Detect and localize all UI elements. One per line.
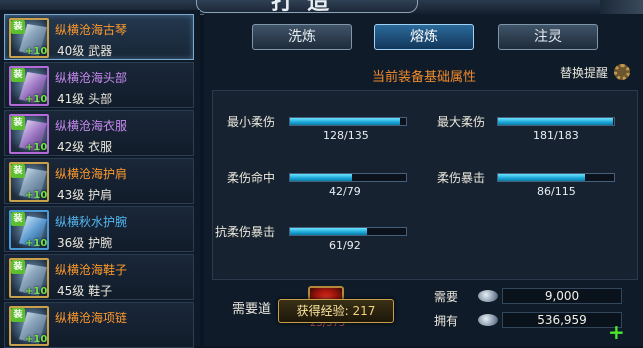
need-item-label: 需要道 <box>232 302 272 317</box>
stat-bar-fill <box>290 174 352 181</box>
equipment-level: 36级 护腕 <box>57 236 113 250</box>
section-header: 当前装备基础属性 替换提醒 <box>212 62 637 88</box>
equipment-icon: 装 +10 <box>9 66 49 106</box>
stat-bar-min-damage <box>289 117 407 126</box>
equipment-icon: 装 +10 <box>9 114 49 154</box>
exp-tooltip: 获得经验: 217 <box>278 299 394 323</box>
require-label: 需要 <box>434 290 459 304</box>
add-currency-button[interactable]: + <box>608 322 625 342</box>
equip-badge: 装 <box>11 20 25 34</box>
equipment-item[interactable]: 装 +10 纵横沧海项链 <box>4 302 194 348</box>
stat-bar-anti-crit <box>289 227 407 236</box>
stat-value-anti-crit: 61/92 <box>329 239 361 252</box>
stat-label-hit: 柔伤命中 <box>227 171 276 185</box>
require-value: 9,000 <box>502 288 622 304</box>
stat-value-crit: 86/115 <box>537 185 576 198</box>
equipment-level: 42级 衣服 <box>57 140 113 154</box>
equipment-icon: 装 +10 <box>9 18 49 58</box>
tab-smelt[interactable]: 熔炼 <box>374 24 474 50</box>
equipment-item[interactable]: 装 +10 纵横沧海衣服 42级 衣服 <box>4 110 194 156</box>
equip-badge: 装 <box>11 308 25 322</box>
stat-bar-hit <box>289 173 407 182</box>
equipment-level: 43级 护肩 <box>57 188 113 202</box>
equipment-name: 纵横沧海古琴 <box>55 23 128 37</box>
enhance-level: +10 <box>25 190 48 201</box>
tab-refine[interactable]: 洗炼 <box>252 24 352 50</box>
stat-label-max-damage: 最大柔伤 <box>437 115 486 129</box>
equipment-name: 纵横沧海鞋子 <box>55 263 128 277</box>
enhance-level: +10 <box>25 142 48 153</box>
equipment-icon: 装 +10 <box>9 210 49 250</box>
stat-bar-max-damage <box>497 117 615 126</box>
stat-bar-fill <box>290 118 400 125</box>
stat-bar-crit <box>497 173 615 182</box>
equipment-icon: 装 +10 <box>9 162 49 202</box>
equipment-icon: 装 +10 <box>9 258 49 298</box>
stat-bar-fill <box>498 174 585 181</box>
window-title-plate: 打造 <box>196 0 418 15</box>
equipment-level: 40级 武器 <box>57 44 113 58</box>
tab-infuse[interactable]: 注灵 <box>498 24 598 50</box>
equip-badge: 装 <box>11 212 25 226</box>
stat-bar-fill <box>498 118 613 125</box>
enhance-level: +10 <box>25 334 48 345</box>
enhance-level: +10 <box>25 238 48 249</box>
gear-icon[interactable] <box>614 64 630 80</box>
silver-coin-icon <box>478 290 498 302</box>
silver-coin-icon <box>478 314 498 326</box>
equipment-list: 装 +10 纵横沧海古琴 40级 武器装 +10 纵横沧海头部 41级 头部装 +10 纵横沧海… <box>0 10 200 348</box>
equipment-name: 纵横沧海衣服 <box>55 119 128 133</box>
equipment-name: 纵横沧海头部 <box>55 71 128 85</box>
stat-value-min-damage: 128/135 <box>323 129 369 142</box>
equipment-name: 纵横沧海护肩 <box>55 167 128 181</box>
equipment-name: 纵横沧海项链 <box>55 311 128 325</box>
replace-reminder-label[interactable]: 替换提醒 <box>560 64 608 81</box>
equipment-item[interactable]: 装 +10 纵横秋水护腕 36级 护腕 <box>4 206 194 252</box>
stat-value-hit: 42/79 <box>329 185 361 198</box>
stat-value-max-damage: 181/183 <box>533 129 579 142</box>
own-label: 拥有 <box>434 314 459 328</box>
equip-badge: 装 <box>11 260 25 274</box>
enhance-level: +10 <box>25 286 48 297</box>
equipment-icon: 装 +10 <box>9 306 49 346</box>
equipment-item[interactable]: 装 +10 纵横沧海护肩 43级 护肩 <box>4 158 194 204</box>
equipment-item[interactable]: 装 +10 纵横沧海头部 41级 头部 <box>4 62 194 108</box>
equipment-level: 45级 鞋子 <box>57 284 113 298</box>
equipment-item[interactable]: 装 +10 纵横沧海古琴 40级 武器 <box>4 14 194 60</box>
forge-panel: 洗炼 熔炼 注灵 当前装备基础属性 替换提醒 最小柔伤 128/135 最大柔伤… <box>204 14 643 346</box>
corner-ornament <box>600 0 643 14</box>
equipment-level: 41级 头部 <box>57 92 113 106</box>
enhance-level: +10 <box>25 46 48 57</box>
own-value: 536,959 <box>502 312 622 328</box>
attribute-box: 最小柔伤 128/135 最大柔伤 181/183 柔伤命中 42/79 柔伤暴… <box>212 90 638 280</box>
enhance-level: +10 <box>25 94 48 105</box>
smelt-bottom-area: 需要道 25/575 获得经验: 217 需要 9,000 拥有 536,959… <box>212 282 637 346</box>
equip-badge: 装 <box>11 164 25 178</box>
stat-label-anti-crit: 抗柔伤暴击 <box>215 225 276 239</box>
stat-label-crit: 柔伤暴击 <box>437 171 486 185</box>
stat-bar-fill <box>290 228 367 235</box>
section-title: 当前装备基础属性 <box>372 70 477 85</box>
equipment-item[interactable]: 装 +10 纵横沧海鞋子 45级 鞋子 <box>4 254 194 300</box>
equip-badge: 装 <box>11 116 25 130</box>
exp-label: 获得经验: <box>296 304 349 318</box>
exp-value: 217 <box>352 304 376 318</box>
equip-badge: 装 <box>11 68 25 82</box>
window-title: 打造 <box>270 0 343 15</box>
equipment-name: 纵横秋水护腕 <box>55 215 128 229</box>
stat-label-min-damage: 最小柔伤 <box>227 115 276 129</box>
